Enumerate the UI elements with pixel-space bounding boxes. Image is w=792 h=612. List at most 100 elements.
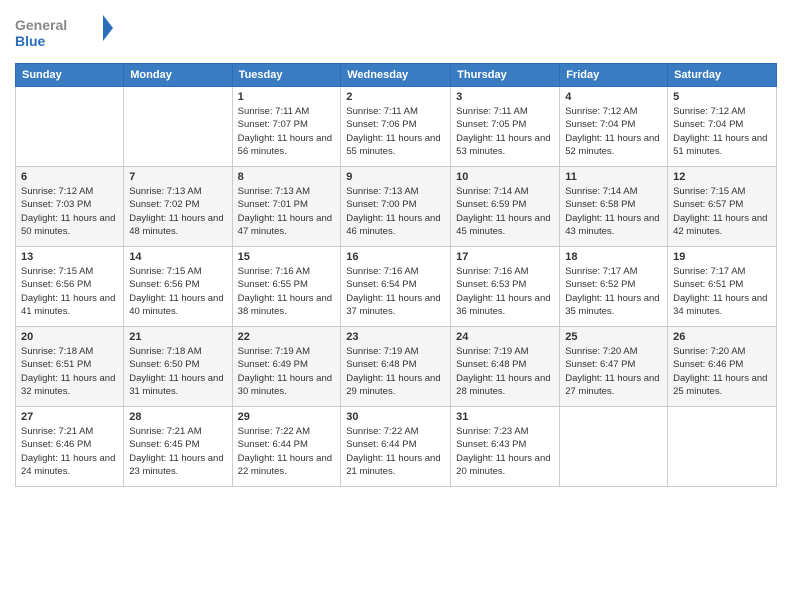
calendar-cell: 15 Sunrise: 7:16 AMSunset: 6:55 PMDayligh…: [232, 247, 341, 327]
day-info: Sunrise: 7:19 AMSunset: 6:48 PMDaylight:…: [456, 345, 554, 398]
day-info: Sunrise: 7:21 AMSunset: 6:45 PMDaylight:…: [129, 425, 226, 478]
day-number: 16: [346, 251, 445, 263]
calendar-cell: 5Sunrise: 7:12 AMSunset: 7:04 PMDaylight…: [668, 87, 777, 167]
page: General Blue SundayMondayTuesdayWednesda…: [0, 0, 792, 612]
calendar-cell: 11 Sunrise: 7:14 AMSunset: 6:58 PMDayligh…: [560, 167, 668, 247]
calendar-cell: 16 Sunrise: 7:16 AMSunset: 6:54 PMDayligh…: [341, 247, 451, 327]
day-info: Sunrise: 7:11 AMSunset: 7:06 PMDaylight:…: [346, 105, 445, 158]
day-info: Sunrise: 7:12 AMSunset: 7:03 PMDaylight:…: [21, 185, 118, 238]
day-number: 15: [238, 251, 336, 263]
day-info: Sunrise: 7:14 AMSunset: 6:58 PMDaylight:…: [565, 185, 662, 238]
weekday-header-monday: Monday: [124, 64, 232, 87]
calendar-cell: 19Sunrise: 7:17 AMSunset: 6:51 PMDayligh…: [668, 247, 777, 327]
day-info: Sunrise: 7:13 AMSunset: 7:02 PMDaylight:…: [129, 185, 226, 238]
day-number: 13: [21, 251, 118, 263]
calendar-cell: [124, 87, 232, 167]
day-info: Sunrise: 7:16 AMSunset: 6:55 PMDaylight:…: [238, 265, 336, 318]
day-number: 10: [456, 171, 554, 183]
calendar-week-2: 6 Sunrise: 7:12 AMSunset: 7:03 PMDaylight…: [16, 167, 777, 247]
day-number: 8: [238, 171, 336, 183]
day-info: Sunrise: 7:17 AMSunset: 6:52 PMDaylight:…: [565, 265, 662, 318]
day-info: Sunrise: 7:19 AMSunset: 6:49 PMDaylight:…: [238, 345, 336, 398]
calendar-cell: 28Sunrise: 7:21 AMSunset: 6:45 PMDayligh…: [124, 407, 232, 487]
day-number: 1: [238, 91, 336, 103]
calendar-cell: [560, 407, 668, 487]
day-info: Sunrise: 7:11 AMSunset: 7:07 PMDaylight:…: [238, 105, 336, 158]
calendar-cell: 12Sunrise: 7:15 AMSunset: 6:57 PMDayligh…: [668, 167, 777, 247]
day-number: 5: [673, 91, 771, 103]
calendar-cell: 18 Sunrise: 7:17 AMSunset: 6:52 PMDayligh…: [560, 247, 668, 327]
day-info: Sunrise: 7:16 AMSunset: 6:54 PMDaylight:…: [346, 265, 445, 318]
calendar-cell: [16, 87, 124, 167]
day-number: 25: [565, 331, 662, 343]
day-info: Sunrise: 7:13 AMSunset: 7:01 PMDaylight:…: [238, 185, 336, 238]
day-number: 18: [565, 251, 662, 263]
calendar-cell: 26Sunrise: 7:20 AMSunset: 6:46 PMDayligh…: [668, 327, 777, 407]
calendar-week-5: 27 Sunrise: 7:21 AMSunset: 6:46 PMDayligh…: [16, 407, 777, 487]
calendar-cell: 22Sunrise: 7:19 AMSunset: 6:49 PMDayligh…: [232, 327, 341, 407]
day-number: 3: [456, 91, 554, 103]
calendar-cell: 21 Sunrise: 7:18 AMSunset: 6:50 PMDayligh…: [124, 327, 232, 407]
calendar-week-1: 1 Sunrise: 7:11 AMSunset: 7:07 PMDaylight…: [16, 87, 777, 167]
day-info: Sunrise: 7:15 AMSunset: 6:56 PMDaylight:…: [129, 265, 226, 318]
header: General Blue: [15, 10, 777, 55]
calendar-cell: 23 Sunrise: 7:19 AMSunset: 6:48 PMDayligh…: [341, 327, 451, 407]
calendar-cell: 4 Sunrise: 7:12 AMSunset: 7:04 PMDaylight…: [560, 87, 668, 167]
day-number: 9: [346, 171, 445, 183]
calendar-cell: 6 Sunrise: 7:12 AMSunset: 7:03 PMDaylight…: [16, 167, 124, 247]
svg-text:Blue: Blue: [15, 33, 46, 49]
day-info: Sunrise: 7:19 AMSunset: 6:48 PMDaylight:…: [346, 345, 445, 398]
day-number: 20: [21, 331, 118, 343]
day-number: 21: [129, 331, 226, 343]
day-info: Sunrise: 7:16 AMSunset: 6:53 PMDaylight:…: [456, 265, 554, 318]
weekday-header-wednesday: Wednesday: [341, 64, 451, 87]
calendar-cell: [668, 407, 777, 487]
calendar-cell: 25 Sunrise: 7:20 AMSunset: 6:47 PMDayligh…: [560, 327, 668, 407]
day-number: 4: [565, 91, 662, 103]
calendar-cell: 30 Sunrise: 7:22 AMSunset: 6:44 PMDayligh…: [341, 407, 451, 487]
day-info: Sunrise: 7:14 AMSunset: 6:59 PMDaylight:…: [456, 185, 554, 238]
weekday-header-thursday: Thursday: [451, 64, 560, 87]
day-number: 30: [346, 411, 445, 423]
day-number: 24: [456, 331, 554, 343]
logo: General Blue: [15, 10, 115, 55]
calendar-cell: 1 Sunrise: 7:11 AMSunset: 7:07 PMDaylight…: [232, 87, 341, 167]
day-number: 17: [456, 251, 554, 263]
calendar-cell: 29Sunrise: 7:22 AMSunset: 6:44 PMDayligh…: [232, 407, 341, 487]
weekday-header-sunday: Sunday: [16, 64, 124, 87]
calendar-cell: 3Sunrise: 7:11 AMSunset: 7:05 PMDaylight…: [451, 87, 560, 167]
calendar-cell: 9Sunrise: 7:13 AMSunset: 7:00 PMDaylight…: [341, 167, 451, 247]
day-info: Sunrise: 7:20 AMSunset: 6:46 PMDaylight:…: [673, 345, 771, 398]
day-number: 27: [21, 411, 118, 423]
day-info: Sunrise: 7:15 AMSunset: 6:57 PMDaylight:…: [673, 185, 771, 238]
calendar-table: SundayMondayTuesdayWednesdayThursdayFrid…: [15, 63, 777, 487]
day-info: Sunrise: 7:21 AMSunset: 6:46 PMDaylight:…: [21, 425, 118, 478]
calendar-cell: 13Sunrise: 7:15 AMSunset: 6:56 PMDayligh…: [16, 247, 124, 327]
day-number: 6: [21, 171, 118, 183]
calendar-cell: 8 Sunrise: 7:13 AMSunset: 7:01 PMDaylight…: [232, 167, 341, 247]
day-number: 7: [129, 171, 226, 183]
day-info: Sunrise: 7:12 AMSunset: 7:04 PMDaylight:…: [565, 105, 662, 158]
weekday-header-tuesday: Tuesday: [232, 64, 341, 87]
calendar-cell: 7 Sunrise: 7:13 AMSunset: 7:02 PMDaylight…: [124, 167, 232, 247]
day-info: Sunrise: 7:22 AMSunset: 6:44 PMDaylight:…: [346, 425, 445, 478]
day-number: 23: [346, 331, 445, 343]
day-number: 29: [238, 411, 336, 423]
calendar-cell: 17 Sunrise: 7:16 AMSunset: 6:53 PMDayligh…: [451, 247, 560, 327]
calendar-body: 1 Sunrise: 7:11 AMSunset: 7:07 PMDaylight…: [16, 87, 777, 487]
day-info: Sunrise: 7:20 AMSunset: 6:47 PMDaylight:…: [565, 345, 662, 398]
day-number: 31: [456, 411, 554, 423]
calendar-cell: 24 Sunrise: 7:19 AMSunset: 6:48 PMDayligh…: [451, 327, 560, 407]
calendar-header: SundayMondayTuesdayWednesdayThursdayFrid…: [16, 64, 777, 87]
day-info: Sunrise: 7:18 AMSunset: 6:50 PMDaylight:…: [129, 345, 226, 398]
calendar-cell: 2Sunrise: 7:11 AMSunset: 7:06 PMDaylight…: [341, 87, 451, 167]
weekday-row: SundayMondayTuesdayWednesdayThursdayFrid…: [16, 64, 777, 87]
calendar-week-4: 20 Sunrise: 7:18 AMSunset: 6:51 PMDayligh…: [16, 327, 777, 407]
svg-text:General: General: [15, 17, 67, 33]
day-number: 11: [565, 171, 662, 183]
calendar-cell: 27 Sunrise: 7:21 AMSunset: 6:46 PMDayligh…: [16, 407, 124, 487]
day-info: Sunrise: 7:18 AMSunset: 6:51 PMDaylight:…: [21, 345, 118, 398]
calendar-week-3: 13 Sunrise: 7:15 AMSunset: 6:56 PMDayligh…: [16, 247, 777, 327]
weekday-header-friday: Friday: [560, 64, 668, 87]
day-number: 14: [129, 251, 226, 263]
